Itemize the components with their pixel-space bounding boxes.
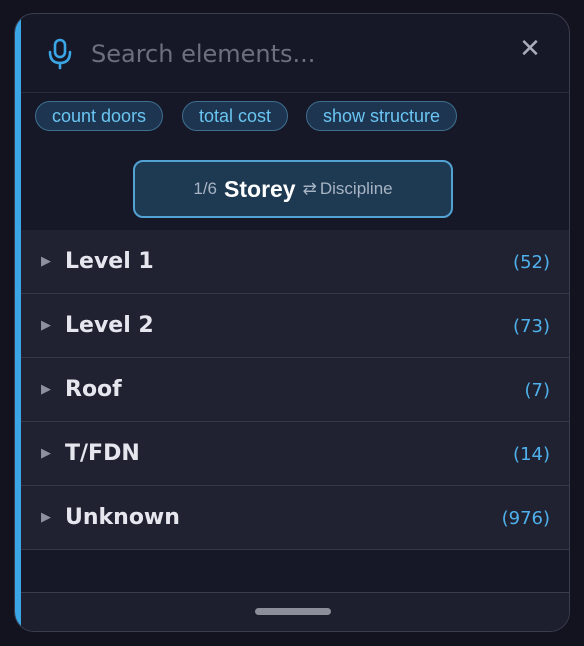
group-label: Unknown	[65, 505, 180, 530]
caret-right-icon: ▶	[41, 254, 51, 269]
chip-show-structure[interactable]: show structure	[306, 101, 458, 131]
panel-footer	[21, 592, 569, 631]
grouping-alternate: Discipline	[319, 179, 393, 198]
grouping-current: Storey	[224, 175, 296, 202]
group-row-unknown[interactable]: ▶ Unknown (976)	[21, 486, 569, 550]
caret-right-icon: ▶	[41, 318, 51, 333]
group-count: (52)	[513, 252, 550, 273]
group-label: Level 1	[65, 249, 154, 274]
group-count: (14)	[513, 444, 550, 465]
group-count: (73)	[513, 316, 550, 337]
microphone-icon[interactable]	[47, 38, 73, 70]
group-row-level-1[interactable]: ▶ Level 1 (52)	[21, 230, 569, 294]
grouping-toggle-area: 1/6 Storey ⇄ Discipline	[21, 148, 569, 230]
grouping-index: 1/6	[193, 179, 218, 198]
close-icon[interactable]: ✕	[517, 36, 543, 62]
group-count: (7)	[524, 380, 551, 401]
grouping-toggle-button[interactable]: 1/6 Storey ⇄ Discipline	[133, 160, 453, 218]
suggestion-chips: count doors total cost show structure	[21, 92, 569, 149]
caret-right-icon: ▶	[41, 382, 51, 397]
search-input[interactable]	[91, 34, 491, 74]
group-list: ▶ Level 1 (52) ▶ Level 2 (73) ▶ Roof (7)…	[21, 230, 569, 550]
group-row-t-fdn[interactable]: ▶ T/FDN (14)	[21, 422, 569, 486]
drag-handle[interactable]	[255, 608, 331, 615]
element-browser-panel: ✕ count doors total cost show structure …	[14, 13, 570, 632]
chip-total-cost[interactable]: total cost	[182, 101, 289, 131]
chip-count-doors[interactable]: count doors	[35, 101, 164, 131]
swap-icon: ⇄	[302, 179, 317, 198]
group-label: T/FDN	[65, 441, 140, 466]
group-count: (976)	[501, 508, 550, 529]
caret-right-icon: ▶	[41, 446, 51, 461]
group-row-level-2[interactable]: ▶ Level 2 (73)	[21, 294, 569, 358]
group-row-roof[interactable]: ▶ Roof (7)	[21, 358, 569, 422]
group-label: Level 2	[65, 313, 154, 338]
group-label: Roof	[65, 377, 122, 402]
search-bar: ✕	[21, 14, 569, 93]
caret-right-icon: ▶	[41, 510, 51, 525]
